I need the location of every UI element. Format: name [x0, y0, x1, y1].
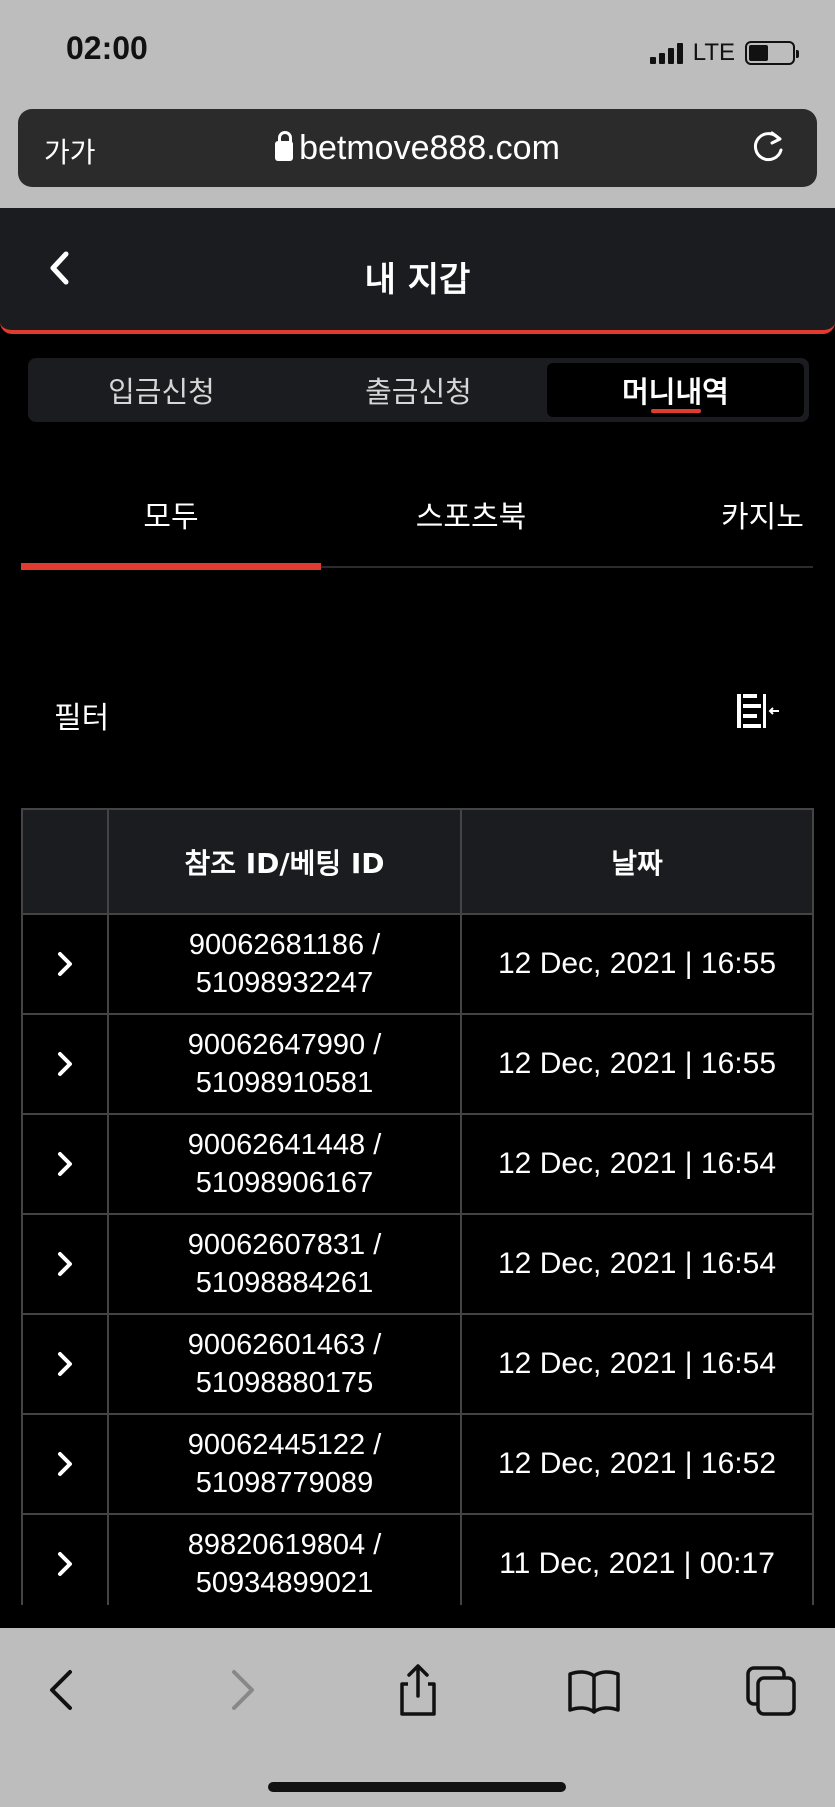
ref-bet-id-cell: 89820619804 / 50934899021 — [109, 1515, 462, 1605]
back-icon[interactable] — [34, 1662, 90, 1718]
tab-deposit[interactable]: 입금신청 — [33, 363, 290, 417]
date-cell: 12 Dec, 2021 | 16:54 — [498, 1347, 776, 1380]
subtab-casino[interactable]: 카지노 — [721, 492, 804, 536]
share-icon[interactable] — [390, 1662, 446, 1718]
bet-id: 51098906167 — [195, 1167, 374, 1199]
bet-id: 51098884261 — [195, 1267, 374, 1299]
tabs-icon[interactable] — [744, 1662, 800, 1718]
date-cell: 12 Dec, 2021 | 16:52 — [498, 1447, 776, 1480]
expand-cell[interactable] — [23, 915, 109, 1013]
tab-withdraw[interactable]: 출금신청 — [290, 363, 547, 417]
expand-cell[interactable] — [23, 1415, 109, 1513]
signal-icon — [649, 42, 683, 64]
wallet-tabs: 입금신청 출금신청 머니내역 — [28, 358, 809, 422]
filter-collapse-icon[interactable] — [735, 690, 781, 732]
subtab-sportsbook[interactable]: 스포츠북 — [321, 492, 621, 536]
ref-id: 90062641448 / — [187, 1129, 382, 1161]
battery-icon — [745, 41, 799, 65]
browser-toolbar — [0, 1628, 835, 1807]
header-ref-id: 참조 ID/베팅 ID — [109, 810, 462, 913]
expand-cell[interactable] — [23, 1315, 109, 1413]
expand-cell[interactable] — [23, 1015, 109, 1113]
bet-id: 51098910581 — [195, 1067, 374, 1099]
forward-icon[interactable] — [214, 1662, 270, 1718]
bet-id: 51098880175 — [195, 1367, 374, 1399]
date-cell: 12 Dec, 2021 | 16:54 — [498, 1247, 776, 1280]
header-expand-col — [23, 810, 109, 913]
date-cell: 12 Dec, 2021 | 16:55 — [498, 1047, 776, 1080]
table-row[interactable]: 90062641448 / 51098906167 12 Dec, 2021 | 1… — [23, 1115, 812, 1215]
lock-icon — [275, 131, 294, 161]
bet-id: 51098779089 — [195, 1467, 374, 1499]
ref-bet-id-cell: 90062681186 / 51098932247 — [109, 915, 462, 1013]
table-row[interactable]: 90062681186 / 51098932247 12 Dec, 2021 | 1… — [23, 915, 812, 1015]
ref-bet-id-cell: 90062641448 / 51098906167 — [109, 1115, 462, 1213]
table-row[interactable]: 89820619804 / 50934899021 11 Dec, 2021 | 0… — [23, 1515, 812, 1605]
table-row[interactable]: 90062445122 / 51098779089 12 Dec, 2021 | 1… — [23, 1415, 812, 1515]
expand-cell[interactable] — [23, 1215, 109, 1313]
ref-id: 90062601463 / — [187, 1329, 382, 1361]
status-indicators: LTE — [649, 38, 799, 68]
ref-id: 90062647990 / — [187, 1029, 382, 1061]
active-tab-indicator — [21, 563, 321, 570]
chevron-right-icon[interactable] — [55, 1050, 75, 1078]
header-date: 날짜 — [611, 846, 663, 880]
ref-id: 90062607831 / — [187, 1229, 382, 1261]
date-cell: 12 Dec, 2021 | 16:54 — [498, 1147, 776, 1180]
chevron-right-icon[interactable] — [55, 1150, 75, 1178]
status-time: 02:00 — [66, 30, 148, 66]
ref-bet-id-cell: 90062607831 / 51098884261 — [109, 1215, 462, 1313]
table-row[interactable]: 90062607831 / 51098884261 12 Dec, 2021 | 1… — [23, 1215, 812, 1315]
filter-label[interactable]: 필터 — [54, 693, 109, 737]
page-title: 내 지갑 — [364, 260, 471, 300]
reload-icon[interactable] — [749, 129, 787, 167]
address-bar[interactable]: 가가 betmove888.com — [18, 109, 817, 187]
transaction-table: 참조 ID/베팅 ID 날짜 90062681186 / 51098932247 1… — [21, 808, 814, 1605]
bet-id: 51098932247 — [195, 967, 374, 999]
app-header: 내 지갑 — [0, 208, 835, 334]
category-tabs: 모두 스포츠북 카지노 — [21, 470, 835, 570]
bet-id: 50934899021 — [195, 1567, 374, 1599]
table-header: 참조 ID/베팅 ID 날짜 — [23, 808, 812, 915]
ref-bet-id-cell: 90062647990 / 51098910581 — [109, 1015, 462, 1113]
screen: 02:00 LTE 가가 betmove888.com 내 지갑 입금신청 출금… — [0, 0, 835, 1807]
ref-id: 90062681186 / — [188, 929, 381, 961]
ref-id: 89820619804 / — [187, 1529, 382, 1561]
chevron-right-icon[interactable] — [55, 1550, 75, 1578]
table-row[interactable]: 90062601463 / 51098880175 12 Dec, 2021 | 1… — [23, 1315, 812, 1415]
chevron-right-icon[interactable] — [55, 950, 75, 978]
home-indicator — [268, 1782, 566, 1792]
ref-bet-id-cell: 90062601463 / 51098880175 — [109, 1315, 462, 1413]
expand-cell[interactable] — [23, 1115, 109, 1213]
chevron-right-icon[interactable] — [55, 1350, 75, 1378]
ref-id: 90062445122 / — [187, 1429, 382, 1461]
subtab-all[interactable]: 모두 — [21, 492, 321, 536]
bookmarks-icon[interactable] — [566, 1662, 622, 1718]
url-display[interactable]: betmove888.com — [18, 129, 817, 168]
browser-top-bar: 02:00 LTE 가가 betmove888.com — [0, 0, 835, 208]
expand-cell[interactable] — [23, 1515, 109, 1605]
date-cell: 11 Dec, 2021 | 00:17 — [499, 1547, 775, 1580]
ref-bet-id-cell: 90062445122 / 51098779089 — [109, 1415, 462, 1513]
table-row[interactable]: 90062647990 / 51098910581 12 Dec, 2021 | 1… — [23, 1015, 812, 1115]
chevron-right-icon[interactable] — [55, 1250, 75, 1278]
url-text: betmove888.com — [299, 129, 560, 167]
chevron-right-icon[interactable] — [55, 1450, 75, 1478]
table-body: 90062681186 / 51098932247 12 Dec, 2021 | 1… — [23, 915, 812, 1605]
network-label: LTE — [692, 39, 735, 66]
date-cell: 12 Dec, 2021 | 16:55 — [498, 947, 776, 980]
tab-money-history[interactable]: 머니내역 — [547, 363, 804, 417]
